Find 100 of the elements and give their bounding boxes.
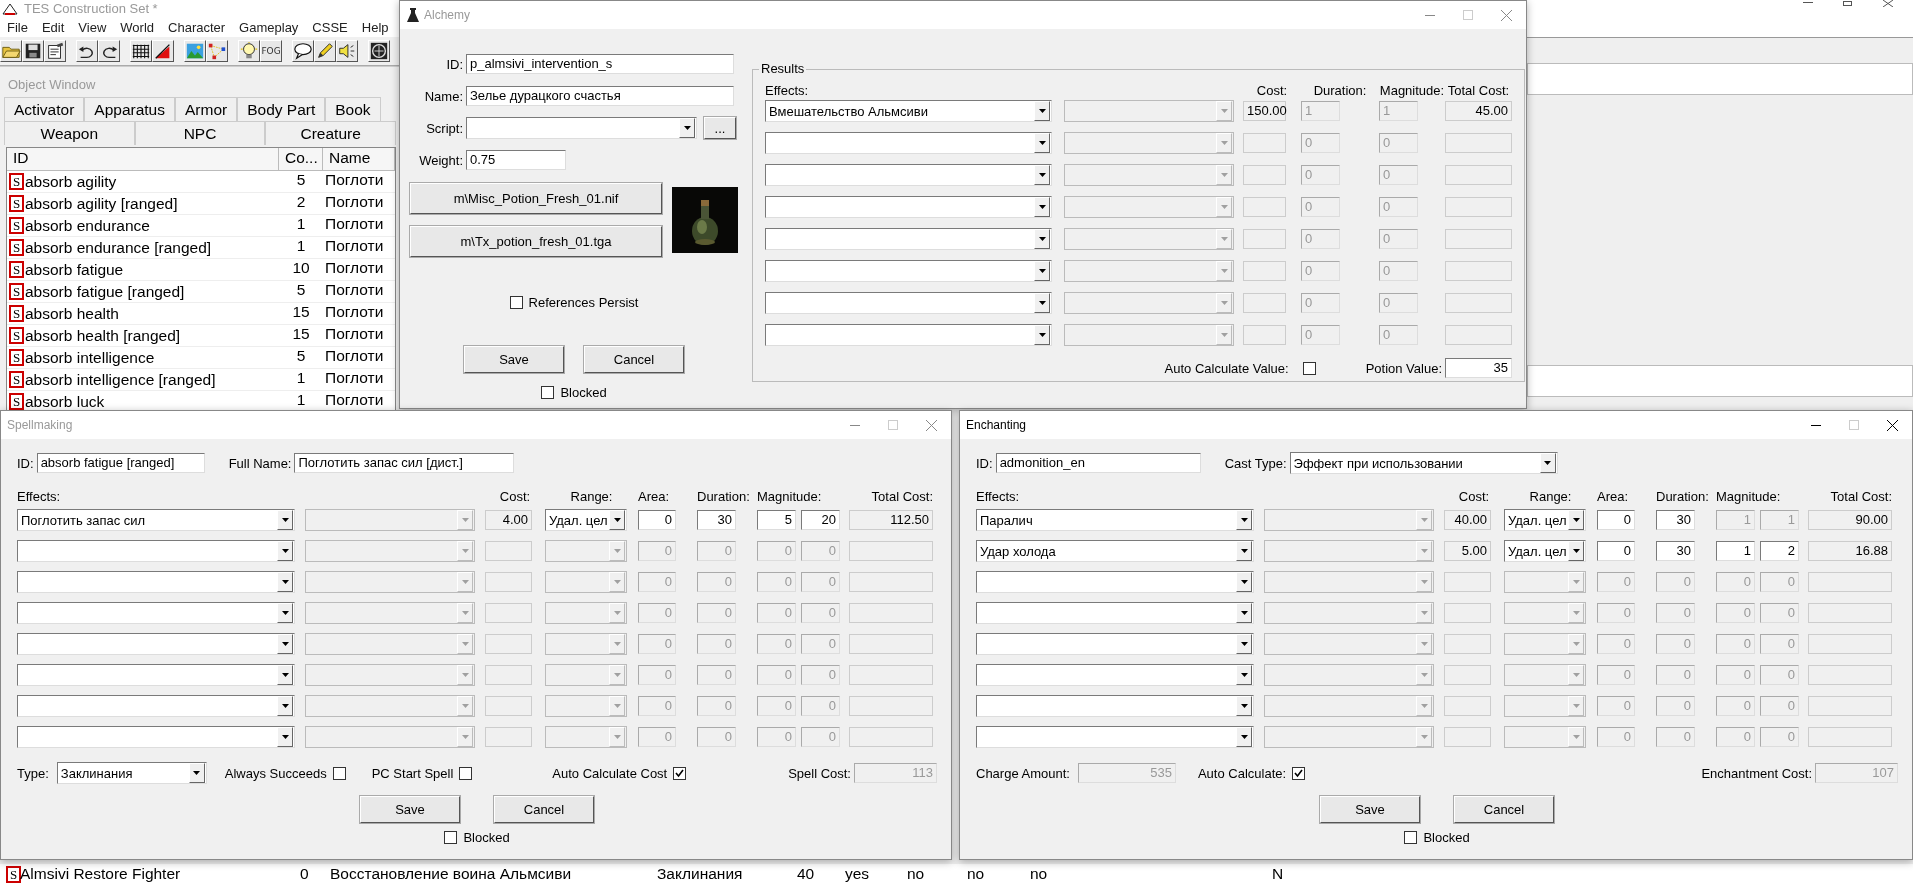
dialog-button[interactable]: Cancel [494, 796, 594, 823]
range-dropdown[interactable] [1504, 664, 1586, 686]
range-dropdown[interactable]: Удал. цел [1504, 509, 1586, 531]
effect-dropdown[interactable] [976, 633, 1254, 655]
script-dropdown[interactable] [466, 117, 697, 139]
checkbox[interactable] [1302, 361, 1316, 375]
range-dropdown[interactable]: Удал. цел [1504, 540, 1586, 562]
open-folder-icon[interactable] [0, 40, 22, 62]
range-dropdown[interactable] [1504, 602, 1586, 624]
effect-dropdown[interactable]: Поглотить запас сил [17, 509, 295, 531]
maximize-icon[interactable] [1463, 10, 1473, 20]
duration-field[interactable]: 1 [1301, 101, 1340, 121]
tab[interactable]: Apparatus [84, 97, 175, 121]
subeffect-dropdown[interactable] [1264, 695, 1434, 717]
total-cost-field[interactable] [849, 665, 933, 685]
speech-bubble-icon[interactable] [292, 40, 314, 62]
subeffect-dropdown[interactable] [1064, 196, 1234, 218]
effect-dropdown[interactable] [765, 228, 1052, 250]
cost-field[interactable] [485, 665, 532, 685]
maximize-icon[interactable] [1849, 420, 1859, 430]
cost-field[interactable] [1444, 727, 1491, 747]
full-name-field[interactable]: Поглотить запас сил [дист.] [294, 453, 515, 473]
effect-dropdown[interactable] [765, 324, 1052, 346]
lightbulb-icon[interactable] [238, 40, 260, 62]
duration-field[interactable]: 0 [1301, 197, 1340, 217]
effect-dropdown[interactable] [17, 602, 295, 624]
subeffect-dropdown[interactable] [1264, 633, 1434, 655]
effect-dropdown[interactable] [976, 664, 1254, 686]
dialog-button[interactable]: Save [1320, 796, 1420, 823]
total-cost-field[interactable] [1445, 197, 1512, 217]
cost-field[interactable] [485, 696, 532, 716]
cost-field[interactable]: 150.00 [1243, 101, 1286, 121]
cost-field[interactable] [1243, 133, 1286, 153]
menu-item[interactable]: Edit [34, 19, 72, 35]
duration-field[interactable]: 0 [1301, 293, 1340, 313]
globe-icon[interactable] [368, 40, 390, 62]
close-icon[interactable] [1883, 0, 1893, 7]
effect-dropdown[interactable] [765, 132, 1052, 154]
duration-field[interactable]: 30 [1656, 541, 1695, 561]
range-dropdown[interactable] [545, 726, 627, 748]
column-header[interactable]: Co... [279, 148, 323, 171]
type-dropdown[interactable]: Заклинания [56, 762, 207, 784]
checkbox[interactable] [459, 766, 473, 780]
range-dropdown[interactable] [545, 664, 627, 686]
total-cost-field[interactable]: 16.88 [1808, 541, 1892, 561]
menu-item[interactable]: Gameplay [232, 19, 306, 35]
total-cost-field[interactable] [1808, 696, 1892, 716]
id-field[interactable]: admonition_en [995, 453, 1201, 473]
effect-dropdown[interactable]: Паралич [976, 509, 1254, 531]
subeffect-dropdown[interactable] [1064, 164, 1234, 186]
magnitude-max-field[interactable]: 20 [801, 510, 840, 530]
undo-icon[interactable] [76, 40, 98, 62]
total-cost-field[interactable] [1445, 261, 1512, 281]
magnitude-min-field[interactable]: 5 [757, 510, 796, 530]
duration-field[interactable]: 0 [1301, 261, 1340, 281]
checkbox[interactable] [1292, 766, 1306, 780]
tab[interactable]: Creature [265, 121, 396, 145]
magnitude-field[interactable]: 0 [1379, 133, 1418, 153]
range-dropdown[interactable] [1504, 633, 1586, 655]
minimize-icon[interactable] [1811, 424, 1821, 426]
subeffect-dropdown[interactable] [1264, 509, 1434, 531]
subeffect-dropdown[interactable] [305, 602, 475, 624]
total-cost-field[interactable] [1808, 572, 1892, 592]
cost-field[interactable] [1243, 197, 1286, 217]
menu-item[interactable]: CSSE [305, 19, 355, 35]
total-cost-field[interactable]: 45.00 [1445, 101, 1512, 121]
charge-field[interactable]: 535 [1077, 763, 1176, 783]
landscape-icon[interactable] [184, 40, 206, 62]
effect-dropdown[interactable] [976, 726, 1254, 748]
cost-field[interactable]: 4.00 [485, 510, 532, 530]
fog-button[interactable]: FOG [260, 40, 282, 62]
duration-field[interactable]: 0 [1301, 229, 1340, 249]
cost-field[interactable]: 5.00 [1444, 541, 1491, 561]
effect-dropdown[interactable] [765, 292, 1052, 314]
total-cost-field[interactable] [1445, 165, 1512, 185]
id-field[interactable]: p_almsivi_intervention_s [466, 54, 734, 74]
total-cost-field[interactable] [1808, 665, 1892, 685]
effect-dropdown[interactable]: Вмешательство Альмсиви [765, 100, 1052, 122]
cost-field[interactable] [1243, 165, 1286, 185]
range-dropdown[interactable] [1504, 695, 1586, 717]
cost-field[interactable] [1444, 603, 1491, 623]
cost-field[interactable] [485, 541, 532, 561]
area-field[interactable]: 0 [638, 510, 676, 530]
subeffect-dropdown[interactable] [1264, 540, 1434, 562]
tab[interactable]: Armor [175, 97, 238, 121]
model-button[interactable]: m\Misc_Potion_Fresh_01.nif [410, 183, 662, 214]
checkbox[interactable] [332, 766, 346, 780]
total-cost-field[interactable]: 90.00 [1808, 510, 1892, 530]
magnitude-field[interactable]: 0 [1379, 325, 1418, 345]
tab[interactable]: Activator [4, 97, 85, 121]
effect-dropdown[interactable] [17, 695, 295, 717]
id-field[interactable]: absorb fatigue [ranged] [36, 453, 205, 473]
subeffect-dropdown[interactable] [1264, 602, 1434, 624]
potion-value-field[interactable]: 35 [1445, 358, 1512, 378]
subeffect-dropdown[interactable] [1264, 571, 1434, 593]
total-cost-field[interactable] [849, 603, 933, 623]
total-cost-field[interactable]: 112.50 [849, 510, 933, 530]
area-field[interactable]: 0 [1597, 510, 1635, 530]
column-header[interactable]: Name [323, 148, 395, 171]
cost-field[interactable] [485, 603, 532, 623]
